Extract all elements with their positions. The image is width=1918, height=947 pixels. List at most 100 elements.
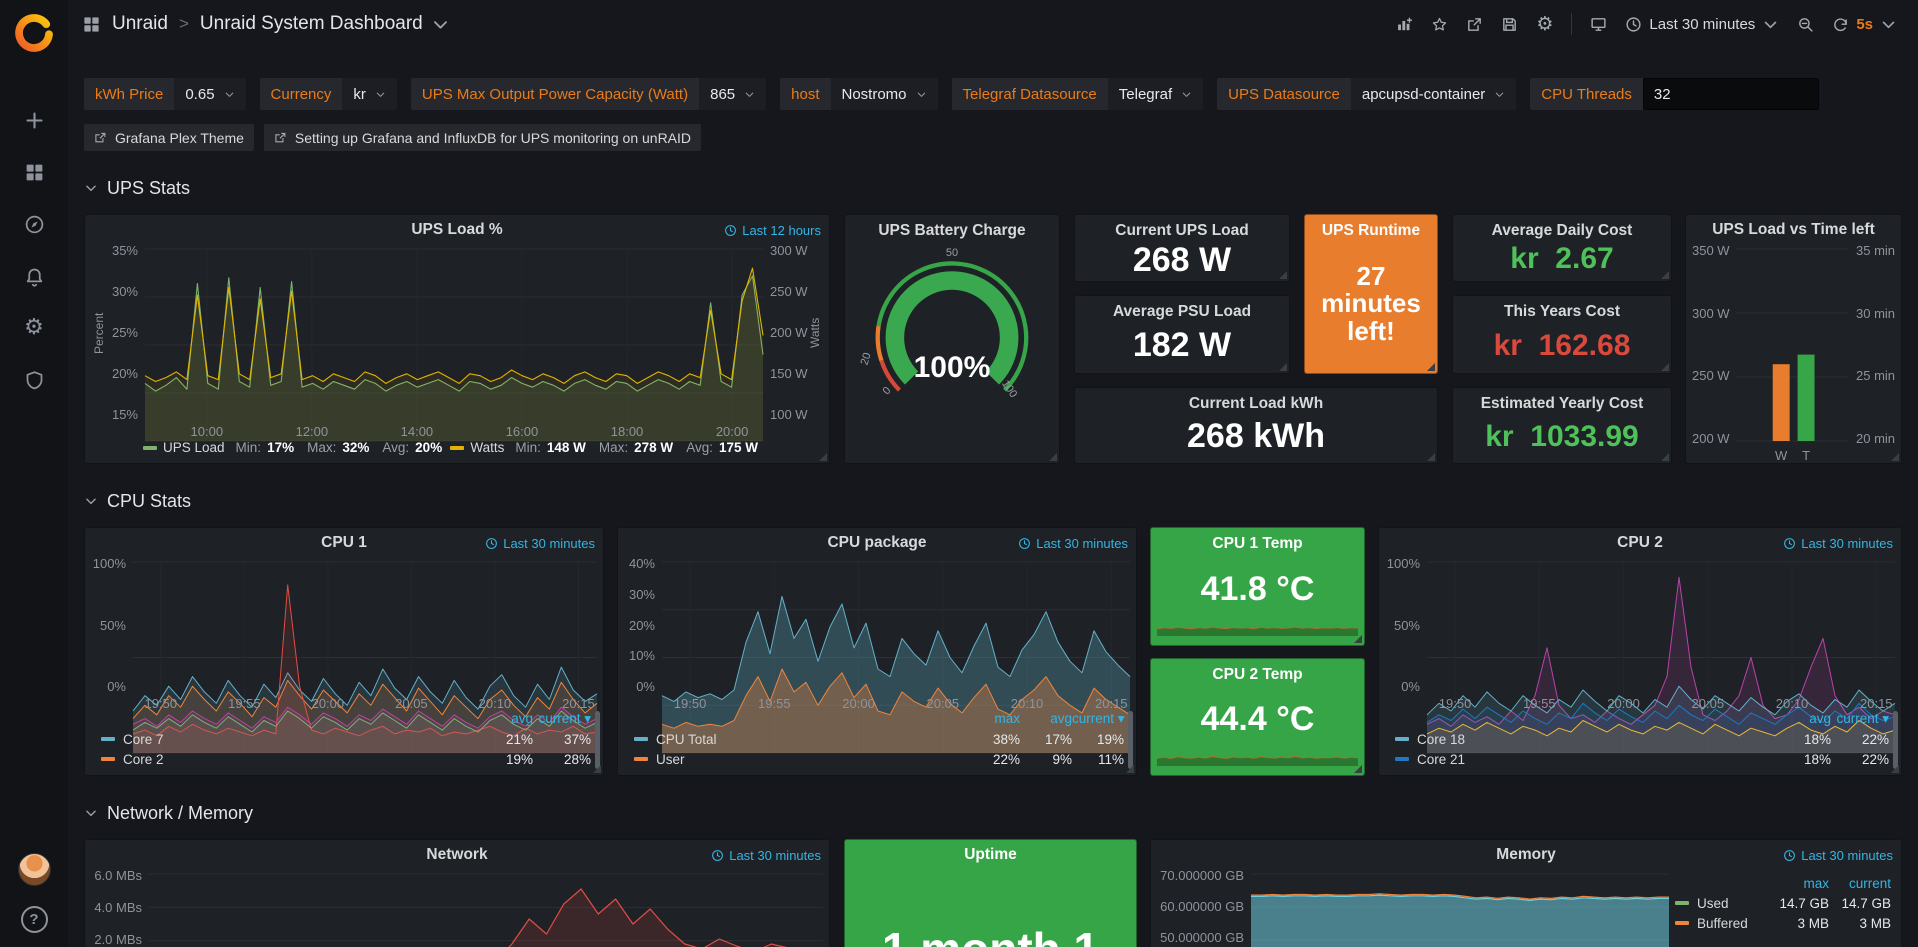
panel-time-override[interactable]: Last 30 minutes — [711, 848, 821, 863]
zoom-out-button[interactable] — [1790, 8, 1821, 40]
stat-value: kr 162.68 — [1494, 330, 1631, 362]
dashboard-settings-button[interactable]: ⚙ — [1529, 8, 1560, 40]
row-toggle-network-memory[interactable]: Network / Memory — [84, 801, 1902, 825]
add-panel-button[interactable] — [1389, 8, 1420, 40]
chevron-down-icon — [1762, 16, 1779, 33]
cpu-package-chart[interactable]: 40%30%20%10%0%19:5019:5520:0020:0520:102… — [618, 558, 1136, 711]
variable-currency-value[interactable]: kr — [342, 78, 397, 110]
share-dashboard-button[interactable] — [1459, 8, 1490, 40]
zoom-out-icon — [1797, 16, 1814, 33]
panel-time-override[interactable]: Last 30 minutes — [1783, 536, 1893, 551]
gear-icon: ⚙ — [1536, 15, 1553, 34]
user-avatar[interactable] — [18, 853, 51, 886]
memory-legend[interactable]: maxcurrentUsed14.7 GB14.7 GBBuffered3 MB… — [1675, 870, 1901, 947]
network-chart[interactable]: 6.0 MBs4.0 MBs2.0 MBs0 MBs — [85, 870, 829, 947]
link-grafana-plex-theme[interactable]: Grafana Plex Theme — [84, 124, 254, 151]
variable-ups-max-power: UPS Max Output Power Capacity (Watt) 865 — [411, 78, 766, 110]
panel-time-override[interactable]: Last 12 hours — [724, 223, 821, 238]
save-dashboard-button[interactable] — [1494, 8, 1525, 40]
panel-estimated-yearly-cost: Estimated Yearly Cost kr 1033.99 — [1452, 387, 1672, 464]
time-range-label: Last 30 minutes — [1649, 16, 1755, 33]
explore-compass-icon[interactable] — [22, 212, 46, 236]
cpu2-legend[interactable]: avgcurrent ▾Core 1818%22%Core 2118%22% — [1379, 711, 1901, 775]
stat-value: 27 minutes left! — [1313, 263, 1429, 345]
stat-value: 41.8 °C — [1201, 572, 1315, 608]
help-icon[interactable]: ? — [21, 906, 48, 933]
stat-value: 44.4 °C — [1201, 702, 1315, 738]
grafana-logo-icon[interactable] — [14, 12, 54, 52]
toolbar-actions: ⚙ Last 30 minutes 5s — [1389, 8, 1904, 40]
ups-load-vs-time-chart[interactable]: 350 W300 W250 W200 W35 min30 min25 min20… — [1686, 245, 1901, 463]
panel-average-psu-load: Average PSU Load 182 W — [1074, 295, 1290, 374]
panel-time-override[interactable]: Last 30 minutes — [1018, 536, 1128, 551]
alerting-bell-icon[interactable] — [22, 264, 46, 288]
variable-kwh-price-value[interactable]: 0.65 — [174, 78, 245, 110]
refresh-interval-label[interactable]: 5s — [1856, 16, 1873, 33]
stat-value: 182 W — [1133, 328, 1231, 364]
cpu2-chart[interactable]: 100%50%0%19:5019:5520:0020:0520:1020:15 — [1379, 558, 1901, 711]
ups-load-chart[interactable]: Percent35%30%25%20%15%300 W250 W200 W150… — [85, 245, 829, 439]
link-ups-monitoring-guide[interactable]: Setting up Grafana and InfluxDB for UPS … — [264, 124, 701, 151]
refresh-button[interactable]: 5s — [1825, 8, 1904, 40]
chevron-down-icon — [1880, 16, 1897, 33]
variable-telegraf-datasource: Telegraf Datasource Telegraf — [952, 78, 1204, 110]
star-icon — [1431, 16, 1448, 33]
chevron-down-icon — [744, 89, 755, 100]
row-toggle-cpu-stats[interactable]: CPU Stats — [84, 489, 1902, 513]
cycle-view-mode-button[interactable] — [1583, 8, 1614, 40]
panel-ups-load-percent: UPS Load % Last 12 hours Percent35%30%25… — [84, 214, 830, 464]
variable-cpu-threads: CPU Threads — [1530, 78, 1819, 110]
panel-current-load-kwh: Current Load kWh 268 kWh — [1074, 387, 1438, 464]
share-icon — [1466, 16, 1483, 33]
panel-ups-runtime: UPS Runtime 27 minutes left! — [1304, 214, 1438, 374]
breadcrumb-dashboard-title[interactable]: Unraid System Dashboard — [200, 13, 450, 35]
server-admin-shield-icon[interactable] — [22, 368, 46, 392]
cpu1-legend[interactable]: avgcurrent ▾Core 721%37%Core 219%28% — [85, 711, 603, 775]
configuration-gear-icon[interactable]: ⚙ — [22, 316, 46, 340]
clock-icon — [724, 224, 737, 237]
chevron-down-icon — [916, 89, 927, 100]
panel-cpu-2: CPU 2 Last 30 minutes 100%50%0%19:5019:5… — [1378, 527, 1902, 776]
panel-current-ups-load: Current UPS Load 268 W — [1074, 214, 1290, 282]
stat-value: 268 W — [1133, 243, 1231, 279]
breadcrumb-folder[interactable]: Unraid — [112, 13, 168, 35]
toolbar-divider — [1571, 13, 1572, 35]
cpu1-temp-sparkline — [1157, 616, 1358, 640]
variable-ups-datasource-value[interactable]: apcupsd-container — [1351, 78, 1516, 110]
dashboards-icon[interactable] — [22, 160, 46, 184]
grafana-app: ⚙ ? Unraid > Unraid System Dashboard — [0, 0, 1918, 947]
stat-value: kr 2.67 — [1510, 243, 1613, 275]
dashboard-grid-icon[interactable] — [82, 15, 101, 34]
variable-currency: Currency kr — [260, 78, 397, 110]
stat-value: kr 1033.99 — [1485, 421, 1638, 453]
sidebar: ⚙ ? — [0, 0, 68, 947]
chevron-down-icon — [84, 181, 98, 195]
panel-time-override[interactable]: Last 30 minutes — [1783, 848, 1893, 863]
sidebar-menu: ⚙ — [22, 108, 46, 392]
variable-ups-max-power-value[interactable]: 865 — [699, 78, 766, 110]
row-toggle-ups-stats[interactable]: UPS Stats — [84, 176, 1902, 200]
time-range-picker[interactable]: Last 30 minutes — [1618, 8, 1786, 40]
clock-icon — [1783, 849, 1796, 862]
chevron-down-icon — [224, 89, 235, 100]
template-variables: kWh Price 0.65 Currency kr UPS Max Outpu… — [84, 78, 1902, 110]
refresh-icon — [1832, 16, 1849, 33]
external-link-icon — [94, 131, 107, 144]
top-navbar: Unraid > Unraid System Dashboard ⚙ Last … — [68, 0, 1918, 48]
variable-host-value[interactable]: Nostromo — [831, 78, 938, 110]
cpu-package-legend[interactable]: maxavgcurrent ▾CPU Total38%17%19%User22%… — [618, 711, 1136, 775]
variable-telegraf-datasource-value[interactable]: Telegraf — [1108, 78, 1203, 110]
memory-chart[interactable]: 70.000000 GB60.000000 GB50.000000 GB — [1151, 870, 1675, 947]
chevron-down-icon — [1181, 89, 1192, 100]
cpu-threads-input[interactable] — [1643, 78, 1819, 110]
panel-memory: Memory Last 30 minutes 70.000000 GB60.00… — [1150, 839, 1902, 947]
breadcrumb: Unraid > Unraid System Dashboard — [82, 13, 450, 35]
cpu2-temp-sparkline — [1157, 746, 1358, 770]
cpu1-chart[interactable]: 100%50%0%19:5019:5520:0020:0520:1020:15 — [85, 558, 603, 711]
variable-ups-datasource: UPS Datasource apcupsd-container — [1217, 78, 1516, 110]
panel-time-override[interactable]: Last 30 minutes — [485, 536, 595, 551]
panel-title[interactable]: UPS Load % — [411, 221, 502, 239]
create-plus-icon[interactable] — [22, 108, 46, 132]
star-dashboard-button[interactable] — [1424, 8, 1455, 40]
clock-icon — [1018, 537, 1031, 550]
